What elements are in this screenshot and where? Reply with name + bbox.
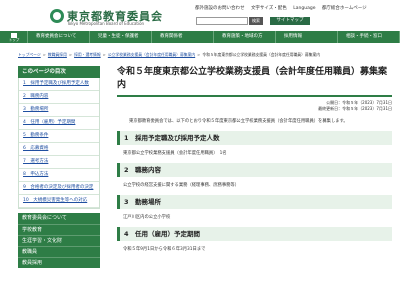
toc-item[interactable]: 10 大規模災害発生等への対応 xyxy=(19,195,99,208)
nav-item-policy[interactable]: 教育施策・地域の方 xyxy=(214,31,276,43)
breadcrumb-link[interactable]: トップページ xyxy=(18,52,41,57)
page-dates: 公開日：令和５年（2023）7月31日 最終更新日：令和５年（2023）7月31… xyxy=(117,100,392,112)
toc-list: 1 採用予定職及び採用予定人数 2 職務内容 3 勤務場所 4 任用（雇用）予定… xyxy=(18,78,100,209)
page-title: 令和５年度東京都公立学校業務支援員（会計年度任用職員）募集案内 xyxy=(117,66,392,97)
updated-date: 最終更新日：令和５年（2023）7月31日 xyxy=(318,106,392,111)
logo-icon[interactable] xyxy=(50,9,64,23)
utility-link-contact[interactable]: 都外施設のお問い合わせ xyxy=(195,6,245,11)
breadcrumb-link[interactable]: 教職員採用 xyxy=(48,52,67,57)
search-input[interactable] xyxy=(196,17,248,25)
intro-text: 東京都教育委員会では、以下のとおり令和５年度東京都公立学校業務支援員（会計年度任… xyxy=(129,119,348,124)
utility-link-metro-gov[interactable]: 都庁総合ホームページ xyxy=(322,6,367,11)
global-nav: トップ 教育委員会について 児童・生徒・保護者 教育関係者 教育施策・地域の方 … xyxy=(0,31,400,43)
nav-item-about[interactable]: 教育委員会について xyxy=(28,31,90,43)
sidebar-item-staff[interactable]: 教職員 xyxy=(18,246,100,257)
sidebar: このページの目次 1 採用予定職及び採用予定人数 2 職務内容 3 勤務場所 4… xyxy=(18,66,100,268)
toc-heading: このページの目次 xyxy=(18,66,100,78)
toc-item[interactable]: 3 勤務場所 xyxy=(19,104,99,117)
breadcrumb: トップページ > 教職員採用 > 採用・選考情報 > 公立学校業務支援員（会計年度任用職員）… xyxy=(18,52,321,57)
main-content: 令和５年度東京都公立学校業務支援員（会計年度任用職員）募集案内 公開日：令和５年… xyxy=(117,66,392,253)
toc-item[interactable]: 6 応募資格 xyxy=(19,143,99,156)
site-logo-subtitle: Tokyo Metropolitan Board of Education xyxy=(67,21,145,26)
breadcrumb-link[interactable]: 採用・選考情報 xyxy=(74,52,101,57)
section-heading: 4 任用（雇用）予定期間 xyxy=(117,227,392,241)
site-header: 東京都教育委員会 Tokyo Metropolitan Board of Edu… xyxy=(0,0,400,30)
nav-item-consult[interactable]: 相談・手続・窓口 xyxy=(338,31,400,43)
toc-item[interactable]: 2 職務内容 xyxy=(19,91,99,104)
nav-item-recruitment[interactable]: 採用情報 xyxy=(276,31,338,43)
breadcrumb-current: 令和５年度東京都公立学校業務支援員（会計年度任用職員）募集案内 xyxy=(202,52,321,57)
section-body: 公立学校の経営支援に関する業務（経理事務、庶務事務等） xyxy=(123,183,240,188)
section-heading: 1 採用予定職及び採用予定人数 xyxy=(117,131,392,145)
utility-link-font-size[interactable]: 文字サイズ・配色 xyxy=(251,6,287,11)
section-heading: 3 勤務場所 xyxy=(117,195,392,209)
toc-item[interactable]: 7 選考方法 xyxy=(19,156,99,169)
sidebar-section-heading[interactable]: 教育委員会について xyxy=(18,213,100,224)
sitemap-button[interactable]: サイトマップ xyxy=(270,17,310,25)
section-body: 東京都公立学校業務支援員（会計年度任用職員） 1名 xyxy=(123,151,227,156)
section-heading: 2 職務内容 xyxy=(117,163,392,177)
toc-item[interactable]: 5 勤務条件 xyxy=(19,130,99,143)
sidebar-item-school-education[interactable]: 学校教育 xyxy=(18,224,100,235)
breadcrumb-link[interactable]: 公立学校業務支援員（会計年度任用職員）募集案内 xyxy=(108,52,195,57)
section-body: 江戸川区内の公立小学校 xyxy=(123,215,171,220)
toc-item[interactable]: 8 申込方法 xyxy=(19,169,99,182)
section-body: 令和５年9月1日から令和６年3月31日まで xyxy=(123,247,206,252)
toc-item[interactable]: 1 採用予定職及び採用予定人数 xyxy=(19,78,99,91)
utility-links: 都外施設のお問い合わせ 文字サイズ・配色 Language 都庁総合ホームページ xyxy=(195,5,400,11)
toc-item[interactable]: 4 任用（雇用）予定期間 xyxy=(19,117,99,130)
toc-item[interactable]: 9 合格者の決定及び採用者の決定 xyxy=(19,182,99,195)
sidebar-item-lifelong-learning[interactable]: 生涯学習・文化財 xyxy=(18,235,100,246)
nav-item-students[interactable]: 児童・生徒・保護者 xyxy=(90,31,152,43)
nav-home[interactable]: トップ xyxy=(0,31,28,43)
search-button[interactable]: 検索 xyxy=(249,17,263,25)
nav-item-educators[interactable]: 教育関係者 xyxy=(152,31,214,43)
utility-link-language[interactable]: Language xyxy=(293,6,315,11)
nav-home-label: トップ xyxy=(8,38,20,42)
sidebar-item-teacher-recruitment[interactable]: 教員採用 xyxy=(18,257,100,268)
